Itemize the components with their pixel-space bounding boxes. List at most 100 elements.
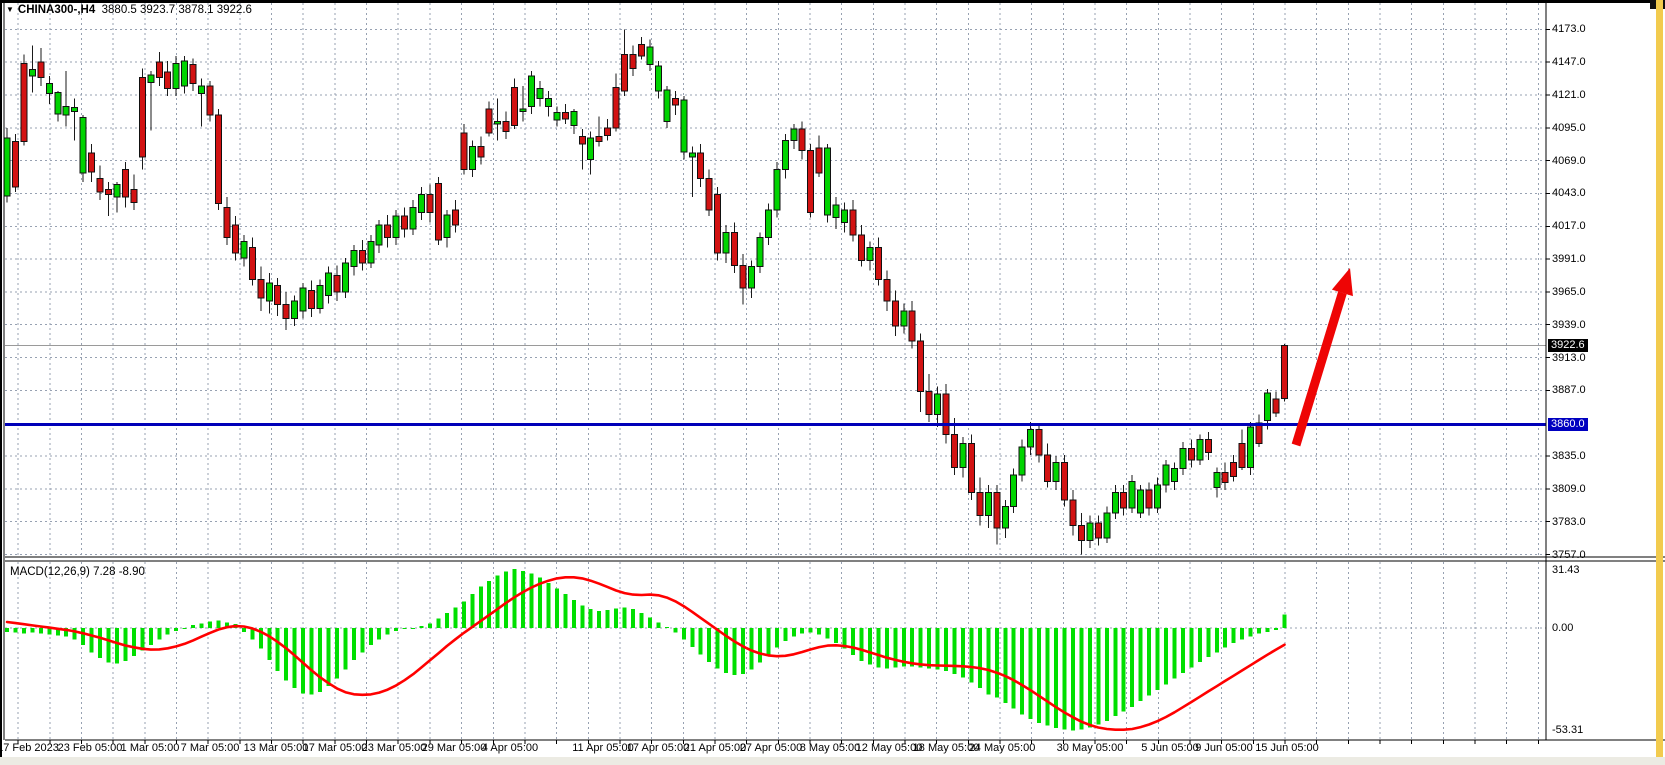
price-chart-canvas[interactable] (0, 0, 1665, 765)
bull-candle[interactable] (571, 111, 577, 125)
bull-candle[interactable] (985, 493, 991, 516)
bear-candle[interactable] (816, 148, 822, 173)
bear-candle[interactable] (283, 305, 289, 319)
bull-candle[interactable] (1112, 493, 1118, 513)
bull-candle[interactable] (317, 286, 323, 309)
bull-candle[interactable] (46, 84, 52, 94)
bull-candle[interactable] (393, 216, 399, 237)
bear-candle[interactable] (850, 210, 856, 235)
bull-candle[interactable] (723, 233, 729, 253)
bull-candle[interactable] (114, 185, 120, 198)
bull-candle[interactable] (444, 215, 450, 238)
bear-candle[interactable] (1273, 399, 1279, 413)
bull-candle[interactable] (1214, 472, 1220, 487)
bull-candle[interactable] (664, 90, 670, 122)
bull-candle[interactable] (1265, 393, 1271, 421)
bear-candle[interactable] (732, 233, 738, 266)
bull-candle[interactable] (1087, 523, 1093, 541)
bear-candle[interactable] (207, 86, 213, 115)
bear-candle[interactable] (402, 216, 408, 229)
bull-candle[interactable] (554, 113, 560, 121)
bull-candle[interactable] (935, 394, 941, 414)
bear-candle[interactable] (1095, 523, 1101, 538)
bear-candle[interactable] (512, 87, 518, 125)
bull-candle[interactable] (1248, 427, 1254, 467)
bull-candle[interactable] (495, 121, 501, 124)
bear-candle[interactable] (875, 248, 881, 280)
bull-candle[interactable] (529, 76, 535, 106)
bull-candle[interactable] (4, 138, 10, 196)
support-level-price-tag[interactable]: 3860.0 (1548, 418, 1588, 431)
bear-candle[interactable] (858, 235, 864, 260)
bear-candle[interactable] (190, 65, 196, 84)
bull-candle[interactable] (241, 241, 247, 257)
bull-candle[interactable] (774, 169, 780, 209)
bull-candle[interactable] (681, 100, 687, 152)
bull-candle[interactable] (419, 195, 425, 213)
bear-candle[interactable] (952, 435, 958, 468)
bull-candle[interactable] (1011, 475, 1017, 507)
bull-candle[interactable] (1138, 490, 1144, 513)
bull-candle[interactable] (689, 153, 695, 157)
bull-candle[interactable] (1002, 507, 1008, 528)
bear-candle[interactable] (698, 153, 704, 178)
bear-candle[interactable] (89, 153, 95, 172)
bear-candle[interactable] (275, 286, 281, 305)
bear-candle[interactable] (884, 279, 890, 300)
bear-candle[interactable] (706, 178, 712, 210)
bear-candle[interactable] (435, 183, 441, 240)
bull-candle[interactable] (1155, 485, 1161, 508)
bear-candle[interactable] (156, 62, 162, 77)
bear-candle[interactable] (224, 207, 230, 237)
bull-candle[interactable] (757, 238, 763, 267)
bull-candle[interactable] (833, 205, 839, 218)
bear-candle[interactable] (630, 55, 636, 69)
bear-candle[interactable] (131, 190, 137, 203)
bull-candle[interactable] (63, 106, 69, 115)
bear-candle[interactable] (1070, 500, 1076, 525)
bull-candle[interactable] (655, 66, 661, 91)
bull-candle[interactable] (55, 92, 61, 113)
bear-candle[interactable] (1036, 430, 1042, 455)
arrow-shaft[interactable] (1296, 293, 1342, 445)
bear-candle[interactable] (1231, 462, 1237, 476)
bear-candle[interactable] (1045, 455, 1051, 482)
bear-candle[interactable] (909, 311, 915, 341)
bull-candle[interactable] (300, 288, 306, 311)
bull-candle[interactable] (148, 75, 154, 83)
bear-candle[interactable] (1121, 493, 1127, 508)
bear-candle[interactable] (334, 276, 340, 292)
bear-candle[interactable] (943, 394, 949, 434)
bear-candle[interactable] (359, 250, 365, 263)
bull-candle[interactable] (410, 207, 416, 228)
bear-candle[interactable] (478, 147, 484, 157)
bear-candle[interactable] (1281, 345, 1287, 398)
bear-candle[interactable] (249, 248, 255, 280)
bull-candle[interactable] (182, 61, 188, 86)
bear-candle[interactable] (926, 392, 932, 415)
bear-candle[interactable] (1146, 490, 1152, 508)
bear-candle[interactable] (715, 195, 721, 253)
bull-candle[interactable] (29, 70, 35, 76)
bear-candle[interactable] (216, 115, 222, 203)
bear-candle[interactable] (165, 72, 171, 88)
bear-candle[interactable] (309, 291, 315, 309)
bull-candle[interactable] (80, 118, 86, 174)
bull-candle[interactable] (537, 89, 543, 99)
bear-candle[interactable] (1256, 423, 1262, 443)
bull-candle[interactable] (1163, 465, 1169, 485)
bear-candle[interactable] (562, 113, 568, 119)
bear-candle[interactable] (1188, 448, 1194, 459)
bear-candle[interactable] (1239, 443, 1245, 467)
bear-candle[interactable] (808, 151, 814, 213)
bull-candle[interactable] (342, 263, 348, 292)
chevron-down-icon[interactable]: ▼ (6, 5, 14, 14)
bull-candle[interactable] (782, 140, 788, 169)
bear-candle[interactable] (579, 137, 585, 145)
bear-candle[interactable] (622, 55, 628, 92)
bull-candle[interactable] (325, 273, 331, 296)
bear-candle[interactable] (740, 265, 746, 288)
bear-candle[interactable] (258, 279, 264, 298)
bull-candle[interactable] (842, 210, 848, 223)
bull-candle[interactable] (1180, 448, 1186, 468)
